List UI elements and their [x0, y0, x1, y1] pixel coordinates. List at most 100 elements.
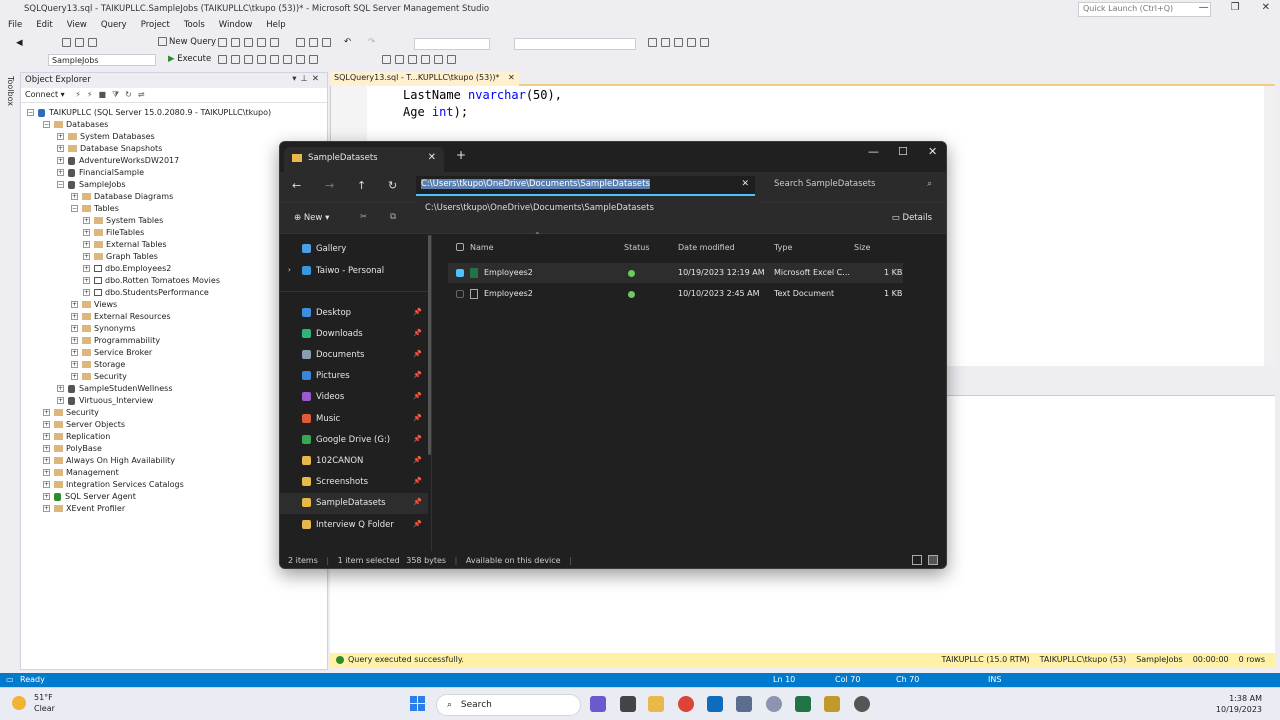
sidebar-item[interactable]: 102CANON 📌	[280, 451, 428, 472]
expand-icon[interactable]: +	[71, 301, 78, 308]
expand-icon[interactable]: +	[57, 157, 64, 164]
start-icon[interactable]	[410, 696, 426, 712]
ssms-icon[interactable]	[824, 696, 840, 712]
tree-node[interactable]: + dbo.Rotten Tomatoes Movies	[83, 275, 220, 287]
expand-icon[interactable]: +	[83, 253, 90, 260]
cut-icon[interactable]	[296, 38, 305, 47]
tool-icon[interactable]	[270, 55, 279, 64]
collapse-icon[interactable]: −	[57, 181, 64, 188]
tool-icon[interactable]	[395, 55, 404, 64]
sidebar-item[interactable]: Desktop 📌	[280, 303, 428, 324]
tree-node[interactable]: + Replication	[43, 431, 110, 443]
tree-node[interactable]: − Databases	[43, 119, 108, 131]
tree-node[interactable]: + Integration Services Catalogs	[43, 479, 184, 491]
menu-query[interactable]: Query	[101, 20, 127, 35]
sidebar-item[interactable]: › Taiwo - Personal	[280, 261, 428, 282]
excel-icon[interactable]	[795, 696, 811, 712]
tree-node[interactable]: + Programmability	[71, 335, 160, 347]
collapse-icon[interactable]: −	[27, 109, 34, 116]
sidebar-item[interactable]: Pictures 📌	[280, 366, 428, 387]
menu-view[interactable]: View	[67, 20, 87, 35]
collapse-icon[interactable]: −	[43, 121, 50, 128]
search-input[interactable]: Search SampleDatasets ⌕	[768, 176, 938, 196]
tree-node[interactable]: + System Tables	[83, 215, 163, 227]
pin-icon[interactable]: 📌	[413, 329, 422, 337]
menu-project[interactable]: Project	[141, 20, 170, 35]
tree-node[interactable]: + Always On High Availability	[43, 455, 175, 467]
minimize-icon[interactable]: —	[1199, 2, 1209, 13]
tree-node[interactable]: + External Resources	[71, 311, 171, 323]
tool-icon[interactable]	[648, 38, 657, 47]
close-icon[interactable]: ✕	[508, 73, 515, 82]
expand-icon[interactable]: +	[83, 241, 90, 248]
tree-node[interactable]: + dbo.Employees2	[83, 263, 171, 275]
taskbar-search[interactable]: ⌕ Search	[436, 694, 581, 716]
collapse-icon[interactable]: −	[71, 205, 78, 212]
refresh-icon[interactable]: ↻	[125, 90, 138, 99]
disconnect-icon[interactable]: ⚡	[87, 90, 99, 99]
pin-icon[interactable]: 📌	[413, 456, 422, 464]
expand-icon[interactable]: +	[43, 421, 50, 428]
expand-icon[interactable]: +	[57, 385, 64, 392]
details-button[interactable]: ▭ Details	[892, 213, 932, 223]
file-row[interactable]: Employees2 10/19/2023 12:19 AM Microsoft E…	[448, 263, 903, 283]
tool-icon[interactable]	[257, 38, 266, 47]
tree-node[interactable]: + XEvent Profiler	[43, 503, 125, 515]
stop-icon[interactable]: ■	[98, 90, 112, 99]
task-view-icon[interactable]	[620, 696, 636, 712]
expand-icon[interactable]: +	[57, 133, 64, 140]
expand-icon[interactable]: +	[83, 277, 90, 284]
close-icon[interactable]: ✕	[312, 74, 323, 84]
expand-icon[interactable]: +	[57, 397, 64, 404]
row-checkbox[interactable]	[456, 269, 464, 277]
column-header-status[interactable]: Status	[624, 243, 650, 252]
tree-node[interactable]: + SQL Server Agent	[43, 491, 136, 503]
tree-node[interactable]: + Virtuous_Interview	[57, 395, 153, 407]
expand-icon[interactable]: +	[71, 373, 78, 380]
new-query-button[interactable]: New Query	[156, 37, 216, 47]
connect-button[interactable]: Connect ▾	[25, 90, 65, 99]
undo-icon[interactable]: ↶	[344, 37, 351, 47]
maximize-icon[interactable]: ❐	[1231, 2, 1240, 13]
tool-icon[interactable]	[661, 38, 670, 47]
new-button[interactable]: ⊕ New ▾	[294, 213, 329, 223]
tool-icon[interactable]	[674, 38, 683, 47]
stop-icon[interactable]	[218, 55, 227, 64]
tree-node[interactable]: + Graph Tables	[83, 251, 158, 263]
close-icon[interactable]: ✕	[928, 145, 937, 158]
expand-icon[interactable]: +	[43, 481, 50, 488]
pin-icon[interactable]: 📌	[413, 477, 422, 485]
expand-icon[interactable]: +	[83, 217, 90, 224]
file-row[interactable]: Employees2 10/10/2023 2:45 AM Text Documen…	[448, 284, 903, 304]
pin-icon[interactable]: ⊥	[300, 74, 311, 84]
expand-icon[interactable]: +	[71, 325, 78, 332]
tree-node[interactable]: + Database Diagrams	[71, 191, 173, 203]
up-icon[interactable]: ↑	[357, 179, 366, 192]
expand-icon[interactable]: +	[71, 337, 78, 344]
sidebar-item[interactable]: Google Drive (G:) 📌	[280, 430, 428, 451]
tree-node[interactable]: + System Databases	[57, 131, 155, 143]
tree-node[interactable]: + External Tables	[83, 239, 167, 251]
tree-node[interactable]: + Security	[71, 371, 127, 383]
redo-icon[interactable]: ↷	[368, 37, 375, 47]
tree-node[interactable]: + PolyBase	[43, 443, 102, 455]
tree-node[interactable]: − Tables	[71, 203, 119, 215]
sidebar-item[interactable]: Interview Q Folder 📌	[280, 515, 428, 536]
tree-node[interactable]: + dbo.StudentsPerformance	[83, 287, 209, 299]
pin-icon[interactable]: 📌	[413, 350, 422, 358]
menu-edit[interactable]: Edit	[36, 20, 52, 35]
sidebar-item[interactable]: Gallery	[280, 239, 428, 260]
back-icon[interactable]: ◀	[16, 38, 23, 48]
save-all-icon[interactable]	[88, 38, 97, 47]
tree-node[interactable]: + Storage	[71, 359, 125, 371]
sidebar-item[interactable]: SampleDatasets 📌	[280, 493, 428, 514]
forward-icon[interactable]: →	[325, 179, 334, 192]
paste-icon[interactable]	[322, 38, 331, 47]
tree-node[interactable]: + FileTables	[83, 227, 144, 239]
expand-icon[interactable]: +	[43, 505, 50, 512]
github-icon[interactable]	[854, 696, 870, 712]
chrome-icon[interactable]	[678, 696, 694, 712]
close-icon[interactable]: ✕	[1262, 2, 1270, 13]
tool-icon[interactable]	[257, 55, 266, 64]
tool-icon[interactable]	[309, 55, 318, 64]
